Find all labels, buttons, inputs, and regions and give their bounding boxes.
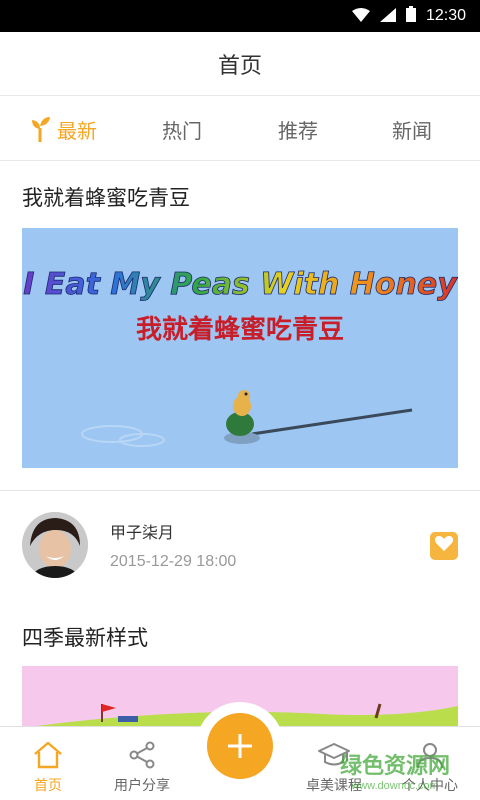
like-button[interactable] — [430, 532, 458, 560]
page-title: 首页 — [217, 53, 262, 79]
nav-label: 首页 — [34, 778, 62, 794]
nav-profile[interactable]: 个人中心 — [382, 727, 478, 800]
post-author[interactable]: 甲子柒月 2015-12-29 18:00 — [22, 512, 236, 578]
author-name[interactable]: 甲子柒月 — [110, 519, 236, 543]
person-icon — [417, 743, 443, 769]
tab-label: 推荐 — [278, 118, 318, 143]
plus-icon — [228, 734, 252, 758]
graduation-cap-icon — [318, 743, 350, 766]
post-timestamp: 2015-12-29 18:00 — [110, 553, 237, 570]
nav-label: 用户分享 — [114, 778, 170, 794]
status-time: 12:30 — [425, 7, 466, 24]
tab-recommend[interactable]: 推荐 — [250, 97, 346, 161]
author-info: 甲子柒月 2015-12-29 18:00 — [110, 519, 236, 571]
post-feed[interactable]: 我就着蜂蜜吃青豆 I Eat My Peas With Honey 我就着蜂蜜吃… — [0, 162, 480, 726]
heart-icon — [435, 536, 453, 556]
category-tabs: 最新 热门 推荐 新闻 — [0, 97, 480, 161]
thumbnail-chinese-text: 我就着蜂蜜吃青豆 — [136, 314, 344, 345]
wifi-icon — [351, 7, 370, 26]
post-thumbnail[interactable]: I Eat My Peas With Honey 我就着蜂蜜吃青豆 — [22, 228, 458, 468]
divider — [0, 490, 480, 491]
battery-icon — [405, 6, 416, 26]
signal-icon — [379, 7, 396, 26]
tab-latest[interactable]: 最新 — [16, 97, 112, 161]
peas-honey-illustration: I Eat My Peas With Honey 我就着蜂蜜吃青豆 — [22, 228, 458, 468]
nav-label: 个人中心 — [402, 778, 458, 794]
nav-label: 卓美课程 — [306, 778, 362, 794]
nav-user-share[interactable]: 用户分享 — [94, 727, 190, 800]
tab-news[interactable]: 新闻 — [364, 97, 460, 161]
tab-label: 最新 — [57, 118, 97, 143]
sprout-icon — [31, 116, 51, 142]
add-post-button[interactable] — [207, 713, 273, 779]
app-header: 首页 — [0, 32, 480, 96]
tab-label: 新闻 — [392, 118, 432, 143]
post-title[interactable]: 四季最新样式 — [22, 622, 148, 652]
thumbnail-english-text: I Eat My Peas With Honey — [23, 267, 458, 302]
status-bar: 12:30 — [0, 0, 480, 32]
nav-courses[interactable]: 卓美课程 — [286, 727, 382, 800]
avatar[interactable] — [22, 512, 88, 578]
share-icon — [129, 741, 155, 769]
post-title[interactable]: 我就着蜂蜜吃青豆 — [22, 182, 190, 212]
home-icon — [34, 741, 62, 769]
tab-label: 热门 — [162, 118, 202, 143]
nav-home[interactable]: 首页 — [0, 727, 96, 800]
tab-hot[interactable]: 热门 — [134, 97, 230, 161]
